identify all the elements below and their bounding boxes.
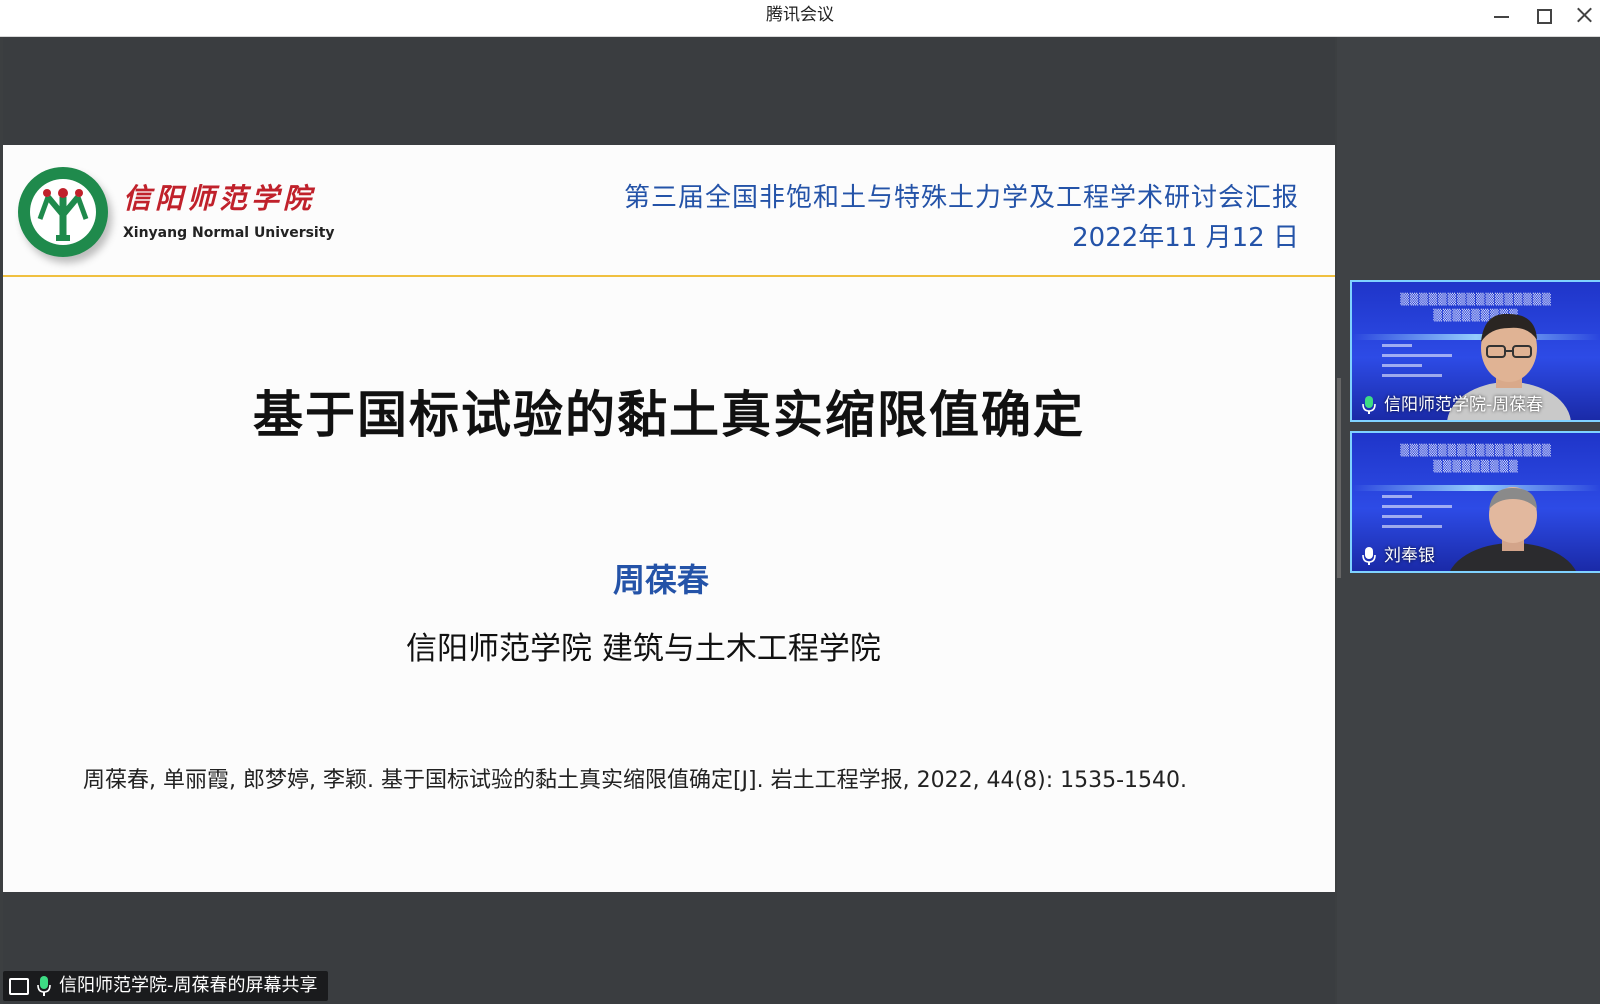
slide-header: 信阳师范学院 Xinyang Normal University 第三届全国非饱…	[3, 145, 1335, 277]
screen-share-label: 信阳师范学院-周葆春的屏幕共享	[59, 975, 318, 996]
slide-citation: 周葆春, 单丽霞, 郎梦婷, 李颖. 基于国标试验的黏土真实缩限值确定[J]. …	[83, 768, 1188, 793]
slide-author: 周葆春	[613, 561, 710, 599]
close-button[interactable]	[1572, 4, 1598, 26]
participant-name: 刘奉银	[1384, 546, 1435, 566]
university-name-en: Xinyang Normal University	[123, 225, 335, 241]
panel-scrollbar[interactable]	[1337, 378, 1341, 578]
conference-title: 第三届全国非饱和土与特殊土力学及工程学术研讨会汇报	[623, 183, 1299, 213]
university-logo-icon	[18, 167, 108, 257]
minimize-button[interactable]	[1488, 4, 1514, 26]
conference-date: 2022年11 月12 日	[1072, 223, 1299, 253]
microphone-icon	[37, 976, 51, 996]
participant-name: 信阳师范学院-周葆春	[1384, 395, 1544, 415]
university-name-cn: 信阳师范学院	[123, 182, 316, 215]
participant-avatar	[1450, 487, 1576, 571]
window-title: 腾讯会议	[766, 5, 834, 25]
window-titlebar: 腾讯会议	[0, 0, 1600, 37]
slide-affiliation: 信阳师范学院 建筑与土木工程学院	[406, 631, 881, 667]
maximize-button[interactable]	[1531, 4, 1557, 26]
screen-share-status[interactable]: 信阳师范学院-周葆春的屏幕共享	[3, 971, 328, 1001]
participant-video-tile[interactable]: ▒▒▒▒▒▒▒▒▒▒▒▒▒▒▒▒ ▒▒▒▒▒▒▒▒▒ 刘奉银	[1350, 431, 1600, 573]
presentation-slide: 信阳师范学院 Xinyang Normal University 第三届全国非饱…	[3, 145, 1335, 892]
participant-video-tile[interactable]: ▒▒▒▒▒▒▒▒▒▒▒▒▒▒▒▒ ▒▒▒▒▒▒▒▒▒ 信阳师范学院-周葆春	[1350, 280, 1600, 422]
slide-main-title: 基于国标试验的黏土真实缩限值确定	[253, 386, 1085, 444]
screen-share-icon	[9, 978, 29, 995]
shared-screen-area[interactable]: 信阳师范学院 Xinyang Normal University 第三届全国非饱…	[3, 37, 1335, 1004]
